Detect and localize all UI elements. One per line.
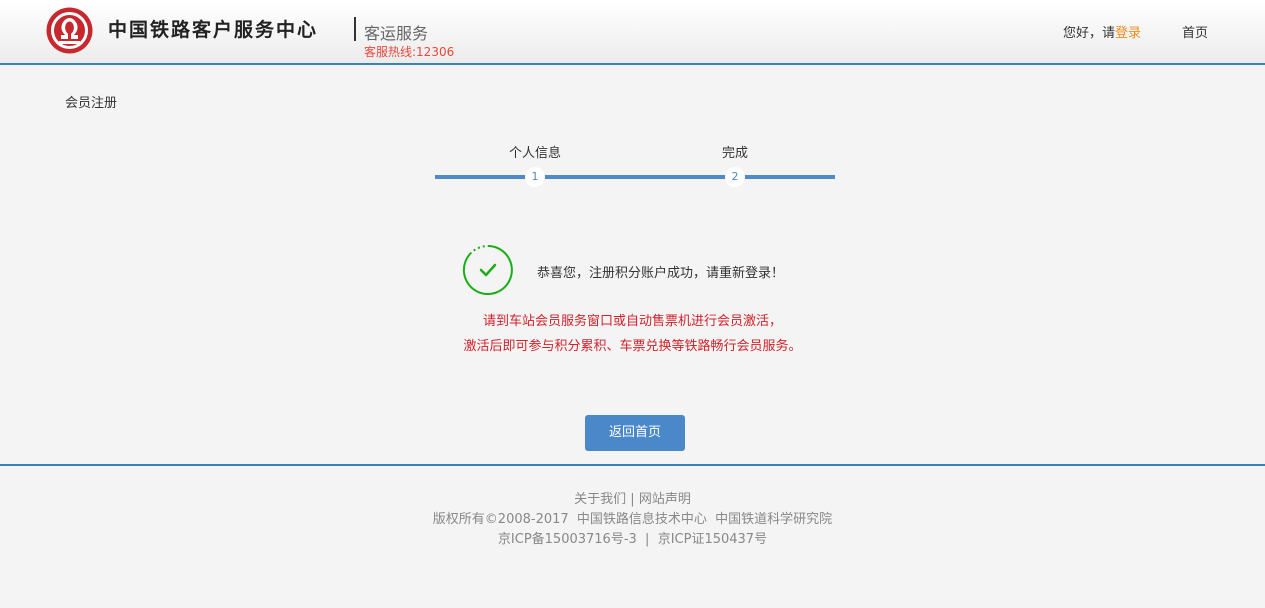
login-link[interactable]: 登录: [1115, 26, 1141, 41]
site-footer: 关于我们 | 网站声明 版权所有©2008-2017 中国铁路信息技术中心 中国…: [0, 464, 1265, 608]
success-message: 恭喜您，注册积分账户成功，请重新登录！: [537, 266, 785, 281]
check-circle-icon: [462, 244, 513, 295]
step-progress-bar: [435, 175, 835, 179]
header-divider: [354, 17, 356, 41]
site-statement-link[interactable]: 网站声明: [639, 492, 691, 507]
page-title: 会员注册: [65, 96, 118, 111]
railway-logo-icon[interactable]: [46, 7, 93, 54]
step-label-1: 个人信息: [508, 146, 562, 161]
back-home-button[interactable]: 返回首页: [585, 415, 685, 451]
step-dot-2: 2: [725, 167, 745, 187]
step-label-2: 完成: [721, 146, 749, 161]
site-subtitle: 客运服务: [364, 24, 429, 43]
hotline-text: 客服热线:12306: [364, 45, 455, 59]
greeting-prefix: 您好，请: [1063, 26, 1116, 41]
step-dot-1: 1: [525, 167, 545, 187]
site-header: 中国铁路客户服务中心 客运服务 客服热线:12306 您好，请登录 首页: [0, 0, 1265, 65]
site-brand: 中国铁路客户服务中心: [108, 19, 319, 41]
footer-separator: |: [630, 492, 635, 507]
about-us-link[interactable]: 关于我们: [574, 492, 626, 507]
copyright-text: 版权所有©2008-2017 中国铁路信息技术中心 中国铁道科学研究院: [432, 512, 833, 527]
footer-links: 关于我们 | 网站声明: [0, 488, 1265, 507]
activation-note-line1: 请到车站会员服务窗口或自动售票机进行会员激活，: [482, 314, 782, 329]
greeting: 您好，请登录: [1063, 22, 1141, 41]
activation-note-line2: 激活后即可参与积分累积、车票兑换等铁路畅行会员服务。: [463, 339, 802, 354]
step-progress: 个人信息 1 完成 2: [435, 140, 835, 190]
icp-text: 京ICP备15003716号-3 | 京ICP证150437号: [497, 532, 768, 547]
home-link[interactable]: 首页: [1182, 22, 1208, 41]
